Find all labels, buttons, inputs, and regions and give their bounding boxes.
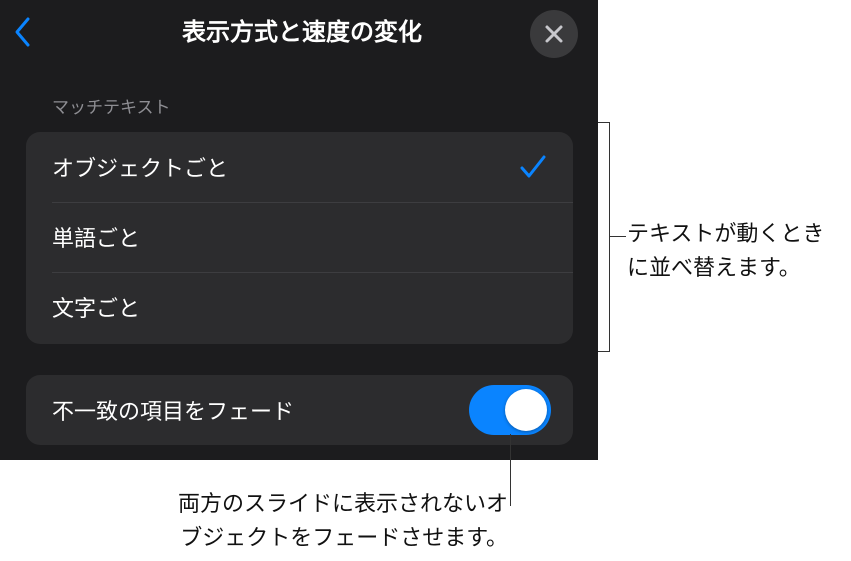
option-label: オブジェクトごと bbox=[52, 157, 229, 182]
option-label: 単語ごと bbox=[52, 227, 141, 252]
section-label-match-text: マッチテキスト bbox=[52, 98, 171, 118]
callout-leader-line-right bbox=[610, 236, 626, 237]
callout-fade-text: 両方のスライドに表示されないオ ブジェクトをフェードさせます。 bbox=[118, 488, 508, 556]
popover-panel: 表示方式と速度の変化 マッチテキスト オブジェクトごと 単語ごと 文字ごと 不一… bbox=[0, 0, 598, 460]
fade-unmatched-label: 不一致の項目をフェード bbox=[52, 400, 295, 425]
close-button[interactable] bbox=[530, 10, 578, 58]
callout-right-line-1: テキストが動くとき bbox=[627, 222, 825, 247]
option-label: 文字ごと bbox=[52, 297, 141, 322]
callout-right-line-2: に並べ替えます。 bbox=[627, 256, 801, 281]
toggle-knob bbox=[505, 389, 547, 431]
checkmark-icon bbox=[520, 155, 546, 178]
callout-bracket bbox=[598, 122, 610, 352]
option-by-object[interactable]: オブジェクトごと bbox=[26, 132, 573, 202]
match-text-options: オブジェクトごと 単語ごと 文字ごと bbox=[26, 132, 573, 344]
panel-title: 表示方式と速度の変化 bbox=[182, 18, 422, 46]
close-icon bbox=[545, 25, 563, 43]
callout-reorder-text: テキストが動くとき に並べ替えます。 bbox=[627, 218, 849, 286]
fade-unmatched-toggle[interactable] bbox=[469, 385, 551, 435]
callout-bottom-line-2: ブジェクトをフェードさせます。 bbox=[180, 526, 508, 551]
callout-bottom-line-1: 両方のスライドに表示されないオ bbox=[177, 492, 508, 517]
callout-leader-line-bottom bbox=[510, 434, 511, 506]
option-by-character[interactable]: 文字ごと bbox=[26, 272, 573, 342]
fade-unmatched-row: 不一致の項目をフェード bbox=[26, 375, 573, 445]
option-by-word[interactable]: 単語ごと bbox=[26, 202, 573, 272]
